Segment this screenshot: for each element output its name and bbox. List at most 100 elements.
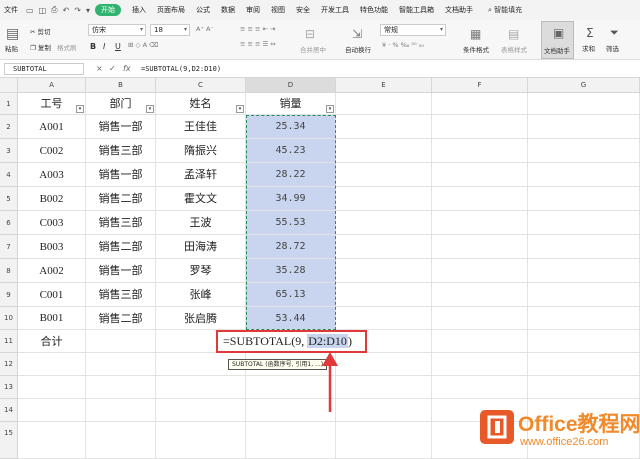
- cut-button[interactable]: ✂ 剪切: [30, 26, 51, 36]
- save-icon[interactable]: ◫: [39, 6, 47, 15]
- filter-dropdown-icon[interactable]: ▾: [76, 105, 84, 113]
- cell-name[interactable]: 田海涛: [156, 235, 246, 259]
- undo-icon[interactable]: ↶: [63, 6, 70, 15]
- row-header[interactable]: 11: [0, 330, 18, 353]
- grid-cell[interactable]: [336, 163, 432, 187]
- grid-cell[interactable]: [336, 235, 432, 259]
- grid-cell[interactable]: [86, 422, 156, 459]
- paste-icon[interactable]: ▤: [6, 26, 19, 42]
- grid-cell[interactable]: [86, 399, 156, 422]
- header-cell-sales[interactable]: 销量: [246, 93, 336, 115]
- tab-data[interactable]: 数据: [221, 5, 235, 15]
- tab-review[interactable]: 审阅: [246, 5, 260, 15]
- cell-department[interactable]: 销售二部: [86, 235, 156, 259]
- tab-page-layout[interactable]: 页面布局: [157, 5, 185, 15]
- row-header[interactable]: 9: [0, 283, 18, 307]
- wrap-text-button[interactable]: 自动换行: [345, 44, 371, 54]
- column-header-g[interactable]: G: [528, 78, 640, 93]
- tab-features[interactable]: 特色功能: [360, 5, 388, 15]
- align-horizontal-icon[interactable]: ≡ ≡ ≡ ☰ ⇔: [240, 40, 276, 48]
- filter-button[interactable]: 筛选: [606, 43, 619, 53]
- cell-sales[interactable]: 55.53: [246, 211, 336, 235]
- search-box[interactable]: ⌕ 智能填充: [488, 5, 522, 15]
- grid-cell[interactable]: [18, 376, 86, 399]
- grid-cell[interactable]: [528, 353, 640, 376]
- currency-icon[interactable]: ¥ · % ‰ ⁰⁰ ₀₀: [382, 41, 424, 49]
- fx-icon[interactable]: fx: [123, 64, 131, 73]
- grid-cell[interactable]: [432, 376, 528, 399]
- cell-id[interactable]: B003: [18, 235, 86, 259]
- table-style-icon[interactable]: ▤: [508, 27, 519, 41]
- wrap-icon[interactable]: ⇲: [352, 27, 362, 41]
- grid-cell[interactable]: [432, 115, 528, 139]
- row-header[interactable]: 12: [0, 353, 18, 376]
- grid-cell[interactable]: [156, 422, 246, 459]
- grid-cell[interactable]: [156, 376, 246, 399]
- table-style-button[interactable]: 表格样式: [501, 44, 527, 54]
- redo-icon[interactable]: ↷: [74, 6, 81, 15]
- cell-id[interactable]: A003: [18, 163, 86, 187]
- grid-cell[interactable]: [528, 115, 640, 139]
- grid-cell[interactable]: [336, 307, 432, 330]
- paste-button[interactable]: 粘贴: [5, 43, 18, 53]
- file-menu[interactable]: 文件: [4, 5, 18, 15]
- print-icon[interactable]: ⎙: [51, 5, 57, 15]
- row-header[interactable]: 6: [0, 211, 18, 235]
- grid-cell[interactable]: [528, 235, 640, 259]
- formula-input[interactable]: =SUBTOTAL(9,D2:D10): [141, 65, 221, 73]
- grid-cell[interactable]: [432, 307, 528, 330]
- cell-sales[interactable]: 28.22: [246, 163, 336, 187]
- grid-cell[interactable]: [432, 93, 528, 115]
- grid-cell[interactable]: [432, 139, 528, 163]
- grid-cell[interactable]: [528, 211, 640, 235]
- border-icon[interactable]: ⊞ ◇ A ⌫: [128, 41, 158, 49]
- format-painter-button[interactable]: 格式刷: [57, 42, 77, 52]
- cell-name[interactable]: 王佳佳: [156, 115, 246, 139]
- column-header-c[interactable]: C: [156, 78, 246, 93]
- cell-department[interactable]: 销售三部: [86, 211, 156, 235]
- formula-edit-cell[interactable]: =SUBTOTAL(9, D2:D10): [216, 330, 367, 353]
- filter-dropdown-icon[interactable]: ▾: [236, 105, 244, 113]
- column-header-e[interactable]: E: [336, 78, 432, 93]
- cell-sales[interactable]: 28.72: [246, 235, 336, 259]
- cell-id[interactable]: C003: [18, 211, 86, 235]
- cell-department[interactable]: 销售三部: [86, 139, 156, 163]
- grid-cell[interactable]: [432, 187, 528, 211]
- tab-home[interactable]: 开始: [94, 4, 121, 16]
- grid-cell[interactable]: [86, 376, 156, 399]
- column-header-a[interactable]: A: [18, 78, 86, 93]
- grid-cell[interactable]: [336, 422, 432, 459]
- name-box[interactable]: SUBTOTAL: [4, 63, 84, 75]
- cell-sales[interactable]: 34.99: [246, 187, 336, 211]
- underline-button[interactable]: U: [115, 42, 121, 51]
- cell-id[interactable]: B002: [18, 187, 86, 211]
- merge-icon[interactable]: ⊟: [305, 27, 315, 41]
- open-icon[interactable]: ▭: [26, 6, 34, 15]
- cell-department[interactable]: 销售一部: [86, 163, 156, 187]
- cell-sales[interactable]: 45.23: [246, 139, 336, 163]
- cell-department[interactable]: 销售三部: [86, 283, 156, 307]
- tab-insert[interactable]: 插入: [132, 5, 146, 15]
- cell-name[interactable]: 张启腾: [156, 307, 246, 330]
- align-icon[interactable]: ≡ ≡ ≡ ⇤ ⇥: [240, 25, 276, 33]
- cell-department[interactable]: 销售二部: [86, 187, 156, 211]
- confirm-icon[interactable]: ✓: [109, 64, 116, 73]
- column-header-b[interactable]: B: [86, 78, 156, 93]
- cell-id[interactable]: A001: [18, 115, 86, 139]
- italic-button[interactable]: I: [103, 42, 105, 51]
- cell-name[interactable]: 罗琴: [156, 259, 246, 283]
- copy-button[interactable]: ❐ 复制: [30, 42, 51, 52]
- grid-cell[interactable]: [432, 259, 528, 283]
- grid-cell[interactable]: [432, 330, 528, 353]
- grid-cell[interactable]: [18, 353, 86, 376]
- cell-department[interactable]: 销售二部: [86, 307, 156, 330]
- filter-dropdown-icon[interactable]: ▾: [326, 105, 334, 113]
- tab-view[interactable]: 视图: [271, 5, 285, 15]
- total-label-cell[interactable]: 合计: [18, 330, 86, 353]
- filter-dropdown-icon[interactable]: ▾: [146, 105, 154, 113]
- cell-name[interactable]: 孟泽轩: [156, 163, 246, 187]
- select-all-corner[interactable]: [0, 78, 18, 93]
- grid-cell[interactable]: [528, 139, 640, 163]
- row-header[interactable]: 10: [0, 307, 18, 330]
- grid-cell[interactable]: [528, 93, 640, 115]
